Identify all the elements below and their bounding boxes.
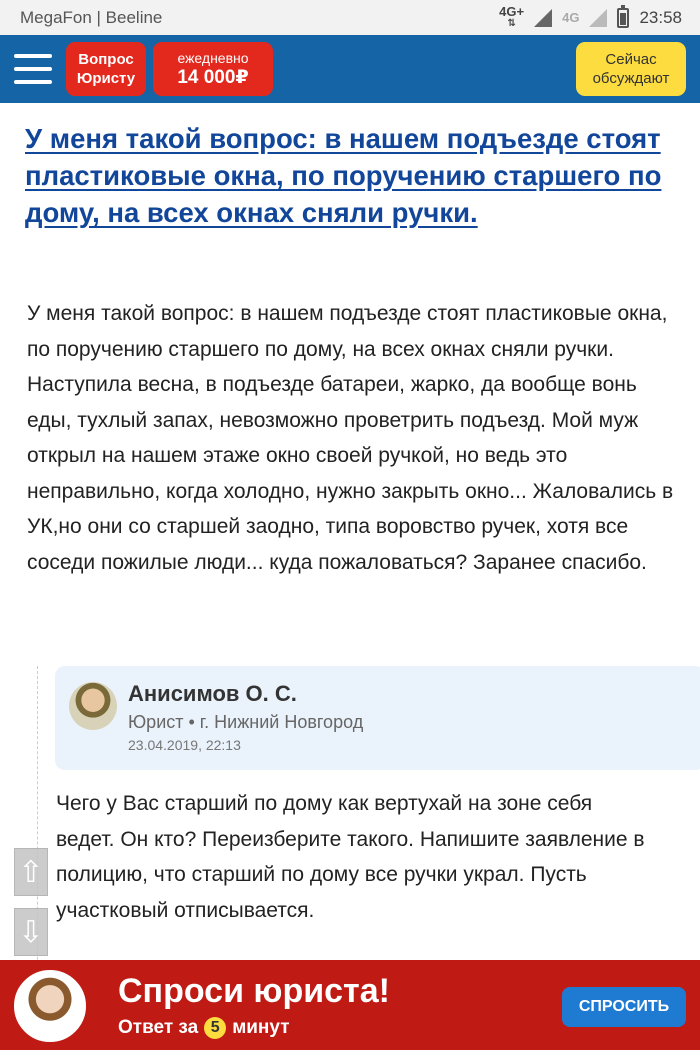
banner-sub-after: минут <box>232 1017 290 1038</box>
menu-icon[interactable] <box>14 54 52 84</box>
carrier-label: MegaFon | Beeline <box>20 7 163 27</box>
banner-title: Спроси юриста! <box>118 972 390 1010</box>
lawyer-meta: Юрист • г. Нижний Новгород <box>128 712 364 732</box>
answer-text: Чего у Вас старший по дому как вертухай … <box>56 792 645 922</box>
ask-lawyer-button[interactable]: Вопрос Юристу <box>66 42 146 96</box>
lawyer-name[interactable]: Анисимов О. С. <box>128 681 297 707</box>
scroll-down-icon[interactable]: ⇩ <box>14 908 48 956</box>
lawyer-avatar[interactable] <box>69 682 117 730</box>
status-bar: MegaFon | Beeline 4G+ ⇅ 4G 23:58 <box>0 0 700 35</box>
battery-icon <box>617 4 630 28</box>
signal-strength-weak-icon <box>589 8 608 27</box>
site-header: Вопрос Юристу ежедневно 14 000₽ Сейчас о… <box>0 35 700 103</box>
network-4g-icon: 4G <box>562 9 580 25</box>
question-title[interactable]: У меня такой вопрос: в нашем подъезде ст… <box>25 120 665 231</box>
clock: 23:58 <box>639 7 682 27</box>
daily-amount: 14 000₽ <box>177 67 249 88</box>
banner-lawyer-avatar <box>14 970 86 1042</box>
banner-subtitle: Ответ за 5 минут <box>118 1017 290 1039</box>
banner-sub-before: Ответ за <box>118 1017 199 1038</box>
status-icons: 4G+ ⇅ 4G 23:58 <box>499 3 682 30</box>
answer-date: 23.04.2019, 22:13 <box>128 737 241 753</box>
lawyer-card: Анисимов О. С. Юрист • г. Нижний Новгоро… <box>55 666 700 770</box>
daily-label: ежедневно <box>177 50 249 66</box>
daily-stats-button[interactable]: ежедневно 14 000₽ <box>153 42 273 96</box>
ask-lawyer-banner[interactable]: Спроси юриста! Ответ за 5 минут СПРОСИТЬ <box>0 960 700 1050</box>
signal-strength-icon <box>534 8 553 27</box>
question-body: У меня такой вопрос: в нашем подъезде ст… <box>27 302 674 574</box>
now-discussing-button[interactable]: Сейчас обсуждают <box>576 42 686 96</box>
scroll-up-icon[interactable]: ⇧ <box>14 848 48 896</box>
network-4g-plus-icon: 4G+ ⇅ <box>499 3 525 29</box>
ask-now-button[interactable]: СПРОСИТЬ <box>562 987 686 1027</box>
minutes-badge: 5 <box>204 1017 227 1039</box>
